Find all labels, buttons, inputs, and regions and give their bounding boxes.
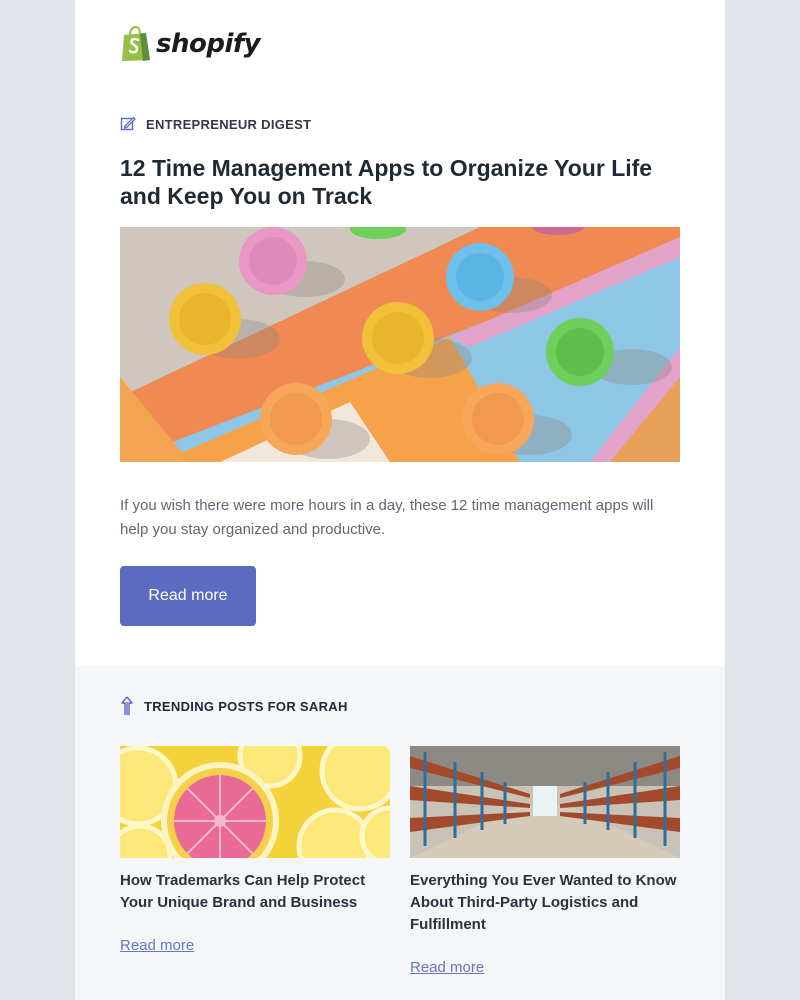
edit-icon	[120, 116, 136, 131]
digest-eyebrow: ENTREPRENEUR DIGEST	[120, 116, 311, 132]
article-headline[interactable]: 12 Time Management Apps to Organize Your…	[120, 154, 680, 210]
hero-image-alarm-clocks[interactable]	[120, 227, 680, 462]
post-thumbnail-citrus[interactable]	[120, 746, 390, 858]
trending-up-icon	[121, 696, 133, 715]
post-title[interactable]: How Trademarks Can Help Protect Your Uni…	[120, 870, 390, 914]
trending-section: TRENDING POSTS FOR SARAH How Trademarks …	[75, 666, 725, 1000]
post-read-more-link[interactable]: Read more	[410, 959, 484, 976]
post-read-more-link[interactable]: Read more	[120, 937, 194, 954]
trending-label: TRENDING POSTS FOR SARAH	[144, 698, 348, 714]
post-title[interactable]: Everything You Ever Wanted to Know About…	[410, 870, 680, 936]
digest-label: ENTREPRENEUR DIGEST	[146, 116, 312, 132]
shopping-bag-icon	[122, 26, 150, 61]
post-thumbnail-warehouse[interactable]	[410, 746, 680, 858]
trending-post: Everything You Ever Wanted to Know About…	[410, 746, 680, 977]
email-card: shopify ENTREPRENEUR DIGEST 12 Time Mana…	[75, 0, 725, 1000]
trending-header: TRENDING POSTS FOR SARAH	[120, 696, 348, 716]
brand-name: shopify	[156, 29, 261, 59]
read-more-button[interactable]: Read more	[120, 566, 256, 626]
article-description: If you wish there were more hours in a d…	[120, 497, 654, 538]
shopify-logo[interactable]: shopify	[120, 24, 261, 64]
trending-post: How Trademarks Can Help Protect Your Uni…	[120, 746, 390, 955]
